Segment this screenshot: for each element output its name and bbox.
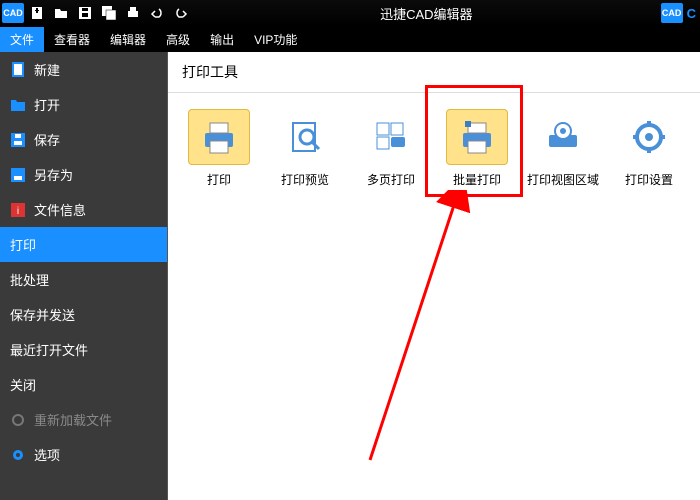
tool-batch-print[interactable]: 批量打印 bbox=[436, 109, 518, 188]
sidebar-item-print[interactable]: 打印 bbox=[0, 227, 167, 262]
sidebar-item-label: 关闭 bbox=[10, 375, 36, 394]
file-new-icon bbox=[10, 62, 26, 78]
app-icon: CAD bbox=[2, 3, 24, 23]
sidebar-item-label: 保存 bbox=[34, 130, 60, 149]
print-area-icon bbox=[543, 117, 583, 157]
gear-icon bbox=[10, 447, 26, 463]
batch-print-icon bbox=[457, 117, 497, 157]
sidebar-item-open[interactable]: 打开 bbox=[0, 87, 167, 122]
titlebar-right-letter: C bbox=[687, 6, 696, 21]
menutab-editor[interactable]: 编辑器 bbox=[100, 27, 156, 52]
tool-print[interactable]: 打印 bbox=[178, 109, 260, 188]
sidebar-item-new[interactable]: 新建 bbox=[0, 52, 167, 87]
sidebar-item-label: 保存并发送 bbox=[10, 305, 75, 324]
tool-label: 打印设置 bbox=[625, 171, 673, 188]
print-preview-icon bbox=[285, 117, 325, 157]
sidebar-item-label: 另存为 bbox=[34, 165, 73, 184]
sidebar-item-label: 新建 bbox=[34, 60, 60, 79]
qat-save-icon[interactable] bbox=[74, 3, 96, 23]
svg-text:i: i bbox=[17, 206, 19, 217]
tool-print-preview[interactable]: 打印预览 bbox=[264, 109, 346, 188]
menutab-file[interactable]: 文件 bbox=[0, 27, 44, 52]
qat-undo-icon[interactable] bbox=[146, 3, 168, 23]
menu-bar: 文件 查看器 编辑器 高级 输出 VIP功能 bbox=[0, 26, 700, 52]
tool-print-area[interactable]: 打印视图区域 bbox=[522, 109, 604, 188]
sidebar-item-label: 文件信息 bbox=[34, 200, 86, 219]
sidebar-item-label: 打印 bbox=[10, 235, 36, 254]
sidebar-item-label: 选项 bbox=[34, 445, 60, 464]
sidebar-item-label: 最近打开文件 bbox=[10, 340, 88, 359]
sidebar-item-batch[interactable]: 批处理 bbox=[0, 262, 167, 297]
save-as-icon bbox=[10, 167, 26, 183]
printer-icon bbox=[199, 117, 239, 157]
tool-label: 打印预览 bbox=[281, 171, 329, 188]
sidebar-item-options[interactable]: 选项 bbox=[0, 437, 167, 472]
tool-label: 批量打印 bbox=[453, 171, 501, 188]
file-sidebar: 新建 打开 保存 另存为 i 文件信息 打印 批处理 保存并发送 最近打开文件 关… bbox=[0, 52, 168, 500]
menutab-output[interactable]: 输出 bbox=[200, 27, 244, 52]
qat-saveas-icon[interactable] bbox=[98, 3, 120, 23]
sidebar-item-saveas[interactable]: 另存为 bbox=[0, 157, 167, 192]
tool-label: 多页打印 bbox=[367, 171, 415, 188]
titlebar-left-group: CAD bbox=[0, 3, 192, 23]
qat-print-icon[interactable] bbox=[122, 3, 144, 23]
folder-open-icon bbox=[10, 97, 26, 113]
tool-multipage-print[interactable]: 多页打印 bbox=[350, 109, 432, 188]
titlebar-right-group: CAD C bbox=[661, 3, 700, 23]
save-icon bbox=[10, 132, 26, 148]
sidebar-item-label: 重新加载文件 bbox=[34, 410, 112, 429]
qat-redo-icon[interactable] bbox=[170, 3, 192, 23]
qat-open-icon[interactable] bbox=[50, 3, 72, 23]
tool-label: 打印视图区域 bbox=[527, 171, 599, 188]
reload-icon bbox=[10, 412, 26, 428]
sidebar-item-label: 打开 bbox=[34, 95, 60, 114]
qat-new-icon[interactable] bbox=[26, 3, 48, 23]
cad-badge-icon: CAD bbox=[661, 3, 683, 23]
sidebar-item-fileinfo[interactable]: i 文件信息 bbox=[0, 192, 167, 227]
content-area: 打印工具 打印 打印预览 多页打印 批量打印 打印视图区域 bbox=[168, 52, 700, 500]
tool-label: 打印 bbox=[207, 171, 231, 188]
multipage-print-icon bbox=[371, 117, 411, 157]
menutab-vip[interactable]: VIP功能 bbox=[244, 27, 307, 52]
title-bar: CAD 迅捷CAD编辑器 CAD C bbox=[0, 0, 700, 26]
sidebar-item-close[interactable]: 关闭 bbox=[0, 367, 167, 402]
menutab-viewer[interactable]: 查看器 bbox=[44, 27, 100, 52]
menutab-advanced[interactable]: 高级 bbox=[156, 27, 200, 52]
sidebar-item-save[interactable]: 保存 bbox=[0, 122, 167, 157]
sidebar-item-label: 批处理 bbox=[10, 270, 49, 289]
print-settings-icon bbox=[629, 117, 669, 157]
file-info-icon: i bbox=[10, 202, 26, 218]
tool-print-settings[interactable]: 打印设置 bbox=[608, 109, 690, 188]
sidebar-item-save-send[interactable]: 保存并发送 bbox=[0, 297, 167, 332]
window-title: 迅捷CAD编辑器 bbox=[192, 4, 661, 23]
sidebar-item-reload: 重新加载文件 bbox=[0, 402, 167, 437]
content-header: 打印工具 bbox=[168, 52, 700, 93]
sidebar-item-recent[interactable]: 最近打开文件 bbox=[0, 332, 167, 367]
print-tools-row: 打印 打印预览 多页打印 批量打印 打印视图区域 打印设置 bbox=[168, 93, 700, 204]
